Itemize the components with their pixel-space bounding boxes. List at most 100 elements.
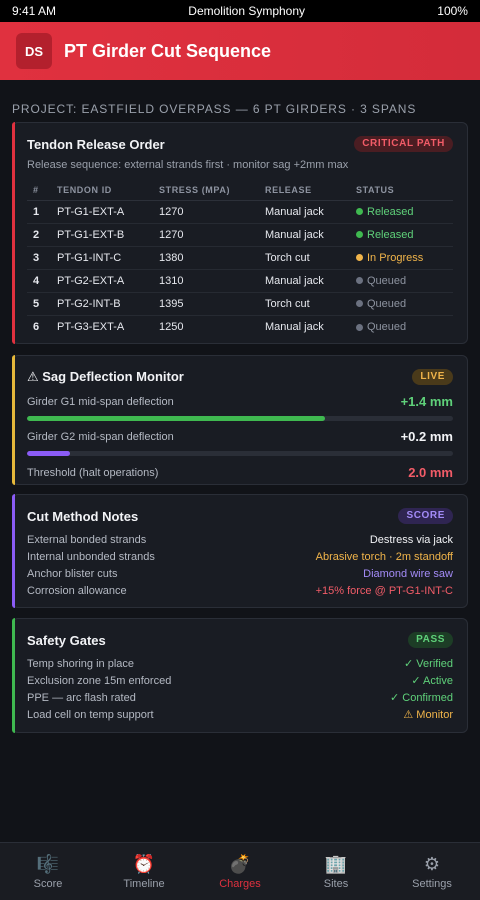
- timeline-icon: ⏰: [132, 853, 156, 874]
- tendon-release-card: Tendon Release Order CRITICAL PATH Relea…: [12, 122, 468, 344]
- item-value: ✓ Verified: [404, 658, 453, 670]
- critical-path-badge: CRITICAL PATH: [354, 136, 453, 152]
- status-label: Queued: [367, 297, 407, 310]
- item-label: Internal unbonded strands: [27, 550, 155, 563]
- tendon-status: Queued: [350, 292, 453, 316]
- nav-label: Score: [33, 877, 63, 890]
- card-title: ⚠ Sag Deflection Monitor: [27, 369, 184, 384]
- tendon-stress: 1310: [153, 269, 259, 293]
- cut-method-card: Cut Method Notes SCORE External bonded s…: [12, 494, 468, 608]
- nav-item-score[interactable]: 🎼 Score: [0, 843, 96, 900]
- tendon-stress: 1395: [153, 292, 259, 316]
- nav-item-settings[interactable]: ⚙ Settings: [384, 843, 480, 900]
- score-icon: 🎼: [36, 853, 60, 874]
- column-header: RELEASE: [259, 181, 350, 201]
- nav-label: Settings: [412, 877, 452, 890]
- status-dot-icon: [356, 231, 363, 239]
- status-dot-icon: [356, 323, 363, 331]
- column-header: STRESS (MPA): [153, 181, 259, 201]
- status-bar: 9:41 AM Demolition Symphony 100%: [0, 0, 480, 22]
- tendon-stress: 1270: [153, 223, 259, 247]
- g2-deflection-fill: [27, 451, 70, 456]
- safety-gates-card: Safety Gates PASS Temp shoring in place ✓…: [12, 618, 468, 733]
- row-number: 3: [27, 246, 51, 270]
- app-header: DS PT Girder Cut Sequence: [0, 22, 480, 80]
- row-number: 6: [33, 321, 40, 334]
- g1-deflection-fill: [27, 416, 326, 421]
- item-value: Abrasive torch · 2m standoff: [315, 550, 453, 563]
- tendon-id: PT-G2-INT-B: [51, 292, 153, 316]
- item-value: Diamond wire saw: [363, 567, 453, 580]
- table-row[interactable]: 5 PT-G2-INT-B 1395 Torch cut Queued: [27, 292, 453, 316]
- tendon-stress: 1380: [153, 246, 259, 270]
- table-row[interactable]: 3 PT-G1-INT-C 1380 Torch cut In Progress: [27, 246, 453, 270]
- list-item: Corrosion allowance +15% force @ PT-G1-IN…: [27, 582, 453, 599]
- row-number: 5: [27, 292, 51, 316]
- charges-icon: 💣: [228, 853, 252, 874]
- g1-deflection-label: Girder G1 mid-span deflection: [27, 395, 174, 408]
- threshold-label: Threshold (halt operations): [27, 466, 159, 479]
- tendon-status: Released: [350, 200, 453, 224]
- project-summary: PROJECT: EASTFIELD OVERPASS — 6 PT GIRDE…: [12, 102, 417, 116]
- release-method: Torch cut: [259, 246, 350, 270]
- sites-icon: 🏢: [324, 853, 348, 874]
- list-item: Exclusion zone 15m enforced ✓ Active: [27, 672, 453, 689]
- item-label: Anchor blister cuts: [27, 567, 118, 580]
- column-header: STATUS: [350, 181, 453, 201]
- card-title: Tendon Release Order: [27, 136, 165, 152]
- tendon-status: Queued: [350, 269, 453, 293]
- table-row[interactable]: 2 PT-G1-EXT-B 1270 Manual jack Released: [27, 223, 453, 247]
- settings-icon: ⚙: [423, 853, 441, 874]
- status-dot-icon: [356, 208, 363, 216]
- item-value: ✓ Confirmed: [389, 692, 453, 704]
- status-battery: 100%: [437, 4, 468, 18]
- table-row[interactable]: 4 PT-G2-EXT-A 1310 Manual jack Queued: [27, 269, 453, 293]
- list-item: Anchor blister cuts Diamond wire saw: [27, 565, 453, 582]
- item-label: Temp shoring in place: [27, 657, 135, 670]
- table-row[interactable]: 6 PT-G3-EXT-A 1250 Manual jack Queued: [27, 316, 453, 339]
- item-value: ✓ Active: [411, 675, 453, 687]
- tendon-stress: 1250: [159, 321, 184, 334]
- score-badge: SCORE: [398, 508, 453, 524]
- g2-deflection-bar: [27, 451, 453, 456]
- status-dot-icon: [356, 277, 363, 285]
- live-badge: LIVE: [412, 369, 453, 385]
- release-method: Manual jack: [259, 200, 350, 224]
- item-label: External bonded strands: [27, 533, 147, 546]
- app-logo[interactable]: DS: [16, 33, 52, 69]
- table-row[interactable]: 1 PT-G1-EXT-A 1270 Manual jack Released: [27, 200, 453, 224]
- status-label: Released: [367, 205, 414, 218]
- tendon-id: PT-G3-EXT-A: [57, 321, 125, 334]
- nav-label: Timeline: [123, 877, 165, 890]
- status-label: Released: [367, 228, 414, 241]
- item-label: Exclusion zone 15m enforced: [27, 674, 172, 687]
- nav-item-charges[interactable]: 💣 Charges: [192, 843, 288, 900]
- tendon-table: # TENDON ID STRESS (MPA) RELEASE STATUS …: [27, 181, 453, 339]
- release-method: Manual jack: [265, 321, 324, 334]
- tendon-stress: 1270: [153, 200, 259, 224]
- pass-badge: PASS: [408, 632, 453, 648]
- bottom-nav: 🎼 Score ⏰ Timeline 💣 Charges 🏢 Sites ⚙ Settings: [0, 842, 480, 900]
- card-subtitle: Release sequence: external strands first…: [27, 159, 349, 171]
- status-label: Queued: [367, 274, 407, 287]
- status-label: In Progress: [367, 251, 424, 264]
- release-method: Torch cut: [259, 292, 350, 316]
- row-number: 1: [27, 200, 51, 224]
- list-item: PPE — arc flash rated ✓ Confirmed: [27, 689, 453, 706]
- nav-item-sites[interactable]: 🏢 Sites: [288, 843, 384, 900]
- column-header: TENDON ID: [51, 181, 153, 201]
- row-number: 4: [27, 269, 51, 293]
- status-app-title: Demolition Symphony: [188, 4, 306, 18]
- status-dot-icon: [356, 300, 363, 308]
- item-value: +15% force @ PT-G1-INT-C: [315, 584, 453, 597]
- list-item: Internal unbonded strands Abrasive torch …: [27, 548, 453, 565]
- card-title: Cut Method Notes: [27, 508, 139, 524]
- tendon-status: Queued: [350, 316, 453, 339]
- nav-label: Sites: [323, 877, 349, 890]
- tendon-status: Released: [350, 223, 453, 247]
- g2-deflection-label: Girder G2 mid-span deflection: [27, 430, 174, 443]
- list-item: Load cell on temp support ⚠ Monitor: [27, 706, 453, 723]
- g1-deflection-bar: [27, 416, 453, 421]
- item-value: ⚠ Monitor: [403, 709, 453, 721]
- nav-item-timeline[interactable]: ⏰ Timeline: [96, 843, 192, 900]
